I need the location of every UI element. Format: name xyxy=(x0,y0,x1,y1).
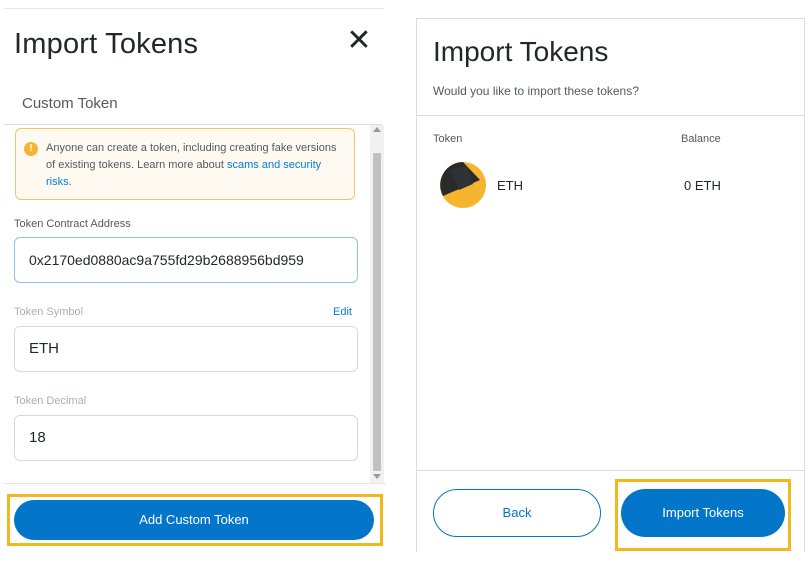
edit-symbol-link[interactable]: Edit xyxy=(333,306,352,318)
back-button[interactable]: Back xyxy=(433,489,601,537)
panel-border-right xyxy=(804,18,805,552)
confirm-subtitle: Would you like to import these tokens? xyxy=(433,84,639,98)
footer-divider xyxy=(417,470,804,471)
scroll-up-arrow-icon[interactable] xyxy=(373,127,381,132)
info-icon: ! xyxy=(24,142,38,156)
contract-address-label: Token Contract Address xyxy=(14,218,131,230)
scrollbar-thumb[interactable] xyxy=(373,153,381,471)
scrollbar[interactable] xyxy=(370,125,384,483)
warning-period: . xyxy=(68,176,72,188)
contract-address-input[interactable]: 0x2170ed0880ac9a755fd29b2688956bd959 xyxy=(14,237,358,283)
footer-divider xyxy=(4,483,386,484)
column-header-token: Token xyxy=(433,133,463,145)
column-header-balance: Balance xyxy=(681,133,721,145)
header-divider xyxy=(417,115,804,116)
import-tokens-button[interactable]: Import Tokens xyxy=(621,489,785,537)
panel-border-top xyxy=(416,18,805,19)
token-symbol-label: Token Symbol xyxy=(14,306,84,318)
close-icon[interactable]: ✕ xyxy=(344,26,374,56)
scroll-down-arrow-icon[interactable] xyxy=(373,474,381,479)
token-balance: 0 ETH xyxy=(684,178,721,193)
confirm-title: Import Tokens xyxy=(433,36,609,67)
token-symbol-input[interactable]: ETH xyxy=(14,326,358,372)
top-divider xyxy=(4,8,384,9)
token-symbol: ETH xyxy=(497,178,523,193)
add-custom-token-button[interactable]: Add Custom Token xyxy=(14,500,374,540)
warning-banner: ! Anyone can create a token, including c… xyxy=(15,128,355,200)
form-scroll-area: ! Anyone can create a token, including c… xyxy=(4,125,386,483)
eth-token-icon xyxy=(440,162,486,208)
tab-custom-token[interactable]: Custom Token xyxy=(22,95,118,112)
warning-text: Anyone can create a token, including cre… xyxy=(46,140,346,191)
page-title: Import Tokens xyxy=(14,28,199,60)
panel-border-left xyxy=(416,18,417,552)
custom-token-panel: Import Tokens ✕ Custom Token ! Anyone ca… xyxy=(0,0,388,562)
token-decimal-label: Token Decimal xyxy=(14,395,87,407)
token-decimal-input[interactable]: 18 xyxy=(14,415,358,461)
confirm-import-panel: Import Tokens Would you like to import t… xyxy=(416,0,808,562)
